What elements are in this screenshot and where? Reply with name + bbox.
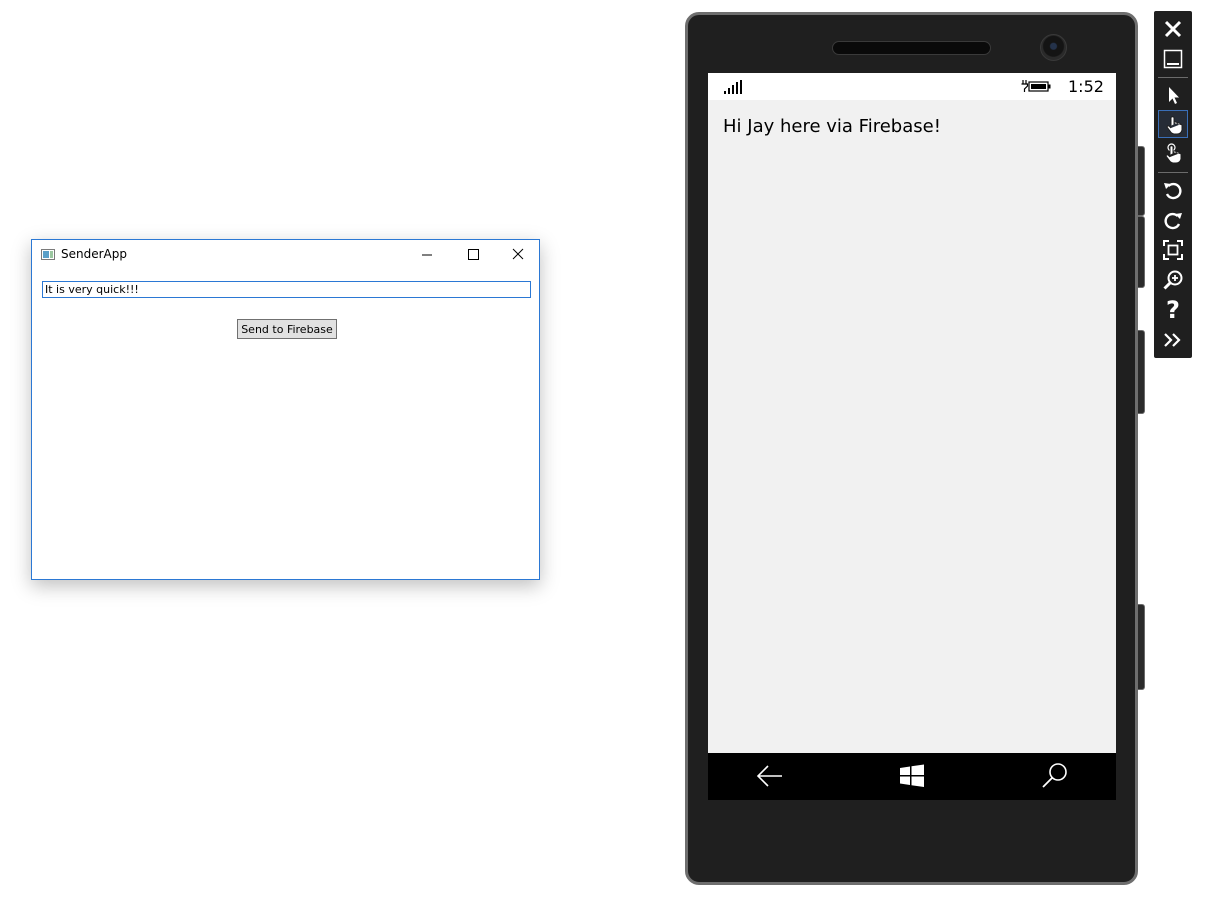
title-bar[interactable]: SenderApp	[32, 240, 539, 270]
window-title: SenderApp	[61, 247, 127, 261]
fit-to-screen-button[interactable]	[1158, 236, 1188, 264]
earpiece-speaker	[832, 41, 991, 55]
help-icon: ?	[1166, 296, 1180, 324]
close-icon	[1164, 20, 1182, 38]
app-window-icon	[41, 249, 55, 260]
minimize-icon	[422, 254, 432, 256]
minimize-icon	[1163, 49, 1183, 69]
status-time: 1:52	[1068, 77, 1104, 96]
emulator-minimize-button[interactable]	[1158, 45, 1188, 73]
touch-hand-icon	[1166, 116, 1183, 135]
battery-charging-icon	[1021, 80, 1051, 92]
rotate-right-button[interactable]	[1158, 206, 1188, 234]
search-button[interactable]	[1040, 761, 1070, 791]
single-point-mouse-input-button[interactable]	[1158, 81, 1188, 109]
rotate-left-button[interactable]	[1158, 176, 1188, 204]
camera-hardware-button[interactable]	[1138, 604, 1145, 690]
single-point-touch-input-button[interactable]	[1158, 110, 1188, 138]
received-message-text: Hi Jay here via Firebase!	[723, 116, 941, 137]
zoom-icon	[1163, 270, 1183, 290]
maximize-button[interactable]	[450, 240, 496, 270]
front-camera	[1040, 34, 1067, 61]
status-bar: 1:52	[708, 73, 1116, 100]
signal-strength-icon	[724, 80, 742, 94]
emulator-toolbar: ?	[1154, 11, 1192, 358]
message-input[interactable]	[42, 281, 531, 298]
more-tools-icon	[1164, 333, 1181, 347]
additional-tools-button[interactable]	[1158, 326, 1188, 354]
rotate-left-icon	[1164, 182, 1182, 200]
toolbar-divider	[1158, 77, 1188, 78]
navigation-bar	[708, 753, 1116, 800]
help-button[interactable]: ?	[1158, 296, 1188, 324]
fit-to-screen-icon	[1163, 240, 1183, 260]
multi-point-touch-input-button[interactable]	[1158, 140, 1188, 168]
close-icon	[512, 248, 524, 260]
phone-screen: 1:52 Hi Jay here via Firebase!	[708, 73, 1116, 800]
send-to-firebase-button[interactable]: Send to Firebase	[237, 319, 337, 339]
zoom-button[interactable]	[1158, 266, 1188, 294]
toolbar-divider	[1158, 172, 1188, 173]
minimize-button[interactable]	[404, 240, 450, 270]
sender-app-window: SenderApp Send to Firebase	[31, 239, 540, 580]
rotate-right-icon	[1164, 212, 1182, 230]
volume-down-hardware-button[interactable]	[1138, 216, 1145, 288]
pinch-zoom-hand-icon	[1165, 143, 1182, 164]
start-button[interactable]	[897, 761, 927, 791]
maximize-icon	[468, 249, 479, 260]
back-arrow-icon	[756, 765, 782, 787]
back-button[interactable]	[755, 761, 785, 791]
power-hardware-button[interactable]	[1138, 330, 1145, 414]
volume-up-hardware-button[interactable]	[1138, 146, 1145, 216]
search-icon	[1042, 763, 1067, 788]
pointer-icon	[1169, 87, 1179, 104]
windows-start-icon	[900, 764, 924, 787]
emulator-close-button[interactable]	[1158, 15, 1188, 43]
close-button[interactable]	[495, 240, 541, 270]
